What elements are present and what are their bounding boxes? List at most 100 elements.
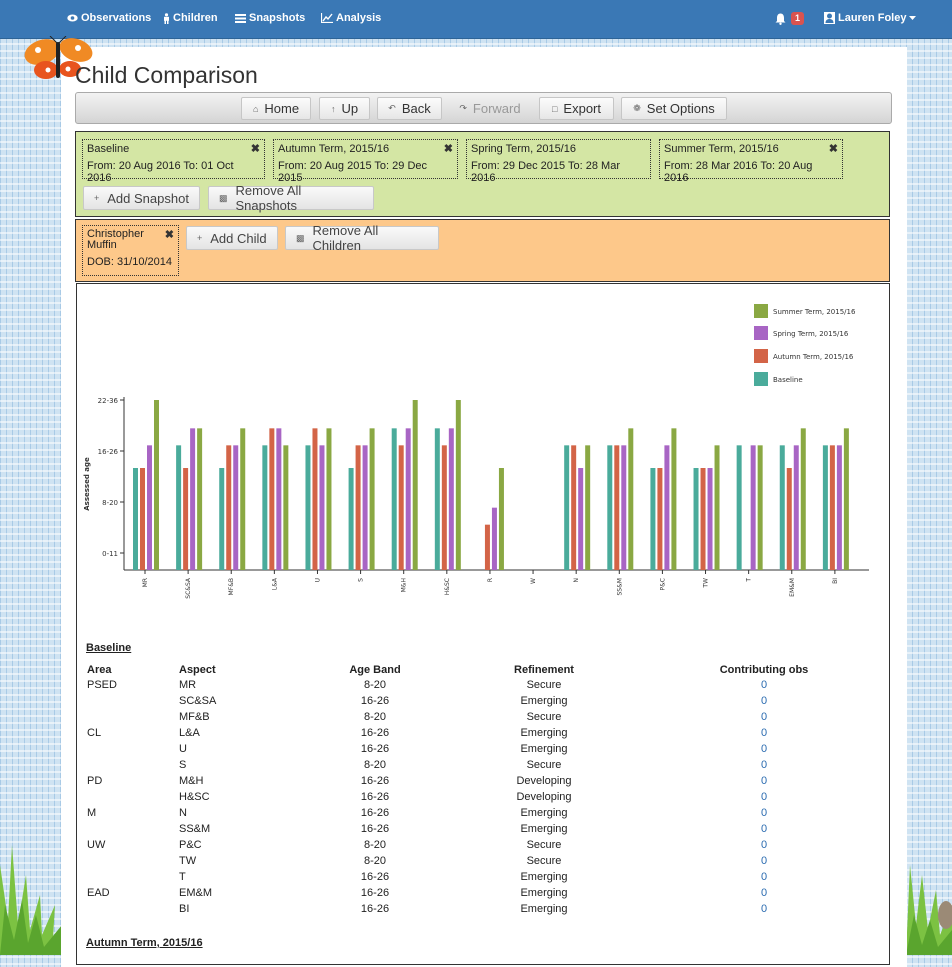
grass-decoration-right — [906, 865, 952, 955]
up-button[interactable]: ↑ Up — [319, 97, 370, 120]
home-button[interactable]: ⌂ Home — [241, 97, 311, 120]
cell-obs[interactable]: 0 — [744, 791, 784, 803]
chart-bar — [578, 468, 584, 570]
chart-bar — [226, 445, 232, 570]
chart-bar — [657, 468, 663, 570]
list-icon — [235, 13, 246, 23]
header-area: Area — [87, 664, 112, 676]
back-button[interactable]: ↶ Back — [377, 97, 442, 120]
cell-obs[interactable]: 0 — [744, 679, 784, 691]
user-name: Lauren Foley — [838, 12, 907, 24]
cell-obs[interactable]: 0 — [744, 855, 784, 867]
export-button[interactable]: □ Export — [539, 97, 614, 120]
set-options-button[interactable]: ❁ Set Options — [621, 97, 727, 120]
cell-aspect: U — [179, 743, 187, 755]
add-child-button[interactable]: + Add Child — [186, 226, 278, 250]
chart-bar — [607, 445, 613, 570]
cell-aspect: T — [179, 871, 186, 883]
close-icon[interactable]: ✖ — [829, 142, 838, 155]
chart-bar — [628, 428, 634, 570]
add-snapshot-button[interactable]: + Add Snapshot — [83, 186, 200, 210]
nav-analysis[interactable]: Analysis — [321, 12, 381, 24]
cell-age-band: 16-26 — [360, 775, 390, 787]
x-tick-label: EM&M — [789, 578, 796, 597]
x-tick-label: P&C — [659, 578, 666, 591]
notification-badge: 1 — [791, 12, 805, 25]
close-icon[interactable]: ✖ — [251, 142, 260, 155]
cell-age-band: 16-26 — [360, 871, 390, 883]
notifications-button[interactable]: 1 — [775, 12, 805, 25]
chart-bar — [793, 445, 799, 570]
cell-obs[interactable]: 0 — [744, 775, 784, 787]
chart-bar — [736, 445, 742, 570]
add-child-label: Add Child — [210, 230, 267, 246]
eye-icon — [67, 14, 78, 22]
close-icon[interactable]: ✖ — [165, 228, 174, 241]
chart-bar — [498, 468, 504, 570]
chart-bar — [671, 428, 677, 570]
toolbar: ⌂ Home ↑ Up ↶ Back ↷ Forward □ Export ❁ … — [75, 92, 892, 124]
cell-age-band: 8-20 — [363, 855, 387, 867]
cell-obs[interactable]: 0 — [744, 695, 784, 707]
cell-area: EAD — [87, 887, 110, 899]
snapshot-name: Spring Term, 2015/16 — [471, 143, 576, 155]
legend-swatch — [754, 326, 768, 340]
snapshot-tag: Autumn Term, 2015/16 From: 20 Aug 2015 T… — [273, 139, 458, 184]
y-tick-label: 0-11 — [102, 550, 118, 558]
chart-bar — [405, 428, 411, 570]
snapshot-range: From: 29 Dec 2015 To: 28 Mar 2016 — [471, 160, 620, 184]
chart-bar — [650, 468, 656, 570]
cell-obs[interactable]: 0 — [744, 823, 784, 835]
forward-button[interactable]: ↷ Forward — [449, 97, 531, 120]
chart-bar — [183, 468, 189, 570]
remove-all-snapshots-button[interactable]: ▩ Remove All Snapshots — [208, 183, 374, 213]
cell-aspect: L&A — [179, 727, 200, 739]
cell-age-band: 8-20 — [363, 759, 387, 771]
x-tick-label: U — [314, 578, 321, 582]
chart-bar — [276, 428, 282, 570]
up-arrow-icon: ↑ — [330, 103, 336, 114]
nav-snapshots[interactable]: Snapshots — [235, 12, 305, 24]
header-aspect: Aspect — [179, 664, 216, 676]
nav-children-label: Children — [173, 12, 218, 24]
cell-obs[interactable]: 0 — [744, 743, 784, 755]
y-axis-label: Assessed age — [83, 457, 91, 511]
nav-observations[interactable]: Observations — [67, 12, 151, 24]
cell-obs[interactable]: 0 — [744, 711, 784, 723]
y-tick-label: 16-26 — [98, 448, 119, 456]
cell-age-band: 16-26 — [360, 823, 390, 835]
home-button-label: Home — [264, 101, 300, 116]
child-icon — [164, 12, 169, 24]
cell-aspect: H&SC — [179, 791, 210, 803]
y-tick-label: 8-20 — [102, 499, 118, 507]
chart-bar — [190, 428, 196, 570]
chart-bar — [362, 445, 368, 570]
cell-age-band: 8-20 — [363, 679, 387, 691]
chart-bar — [822, 445, 828, 570]
cell-obs[interactable]: 0 — [744, 759, 784, 771]
x-tick-label: R — [487, 578, 494, 582]
snapshot-range: From: 20 Aug 2016 To: 01 Oct 2016 — [87, 160, 234, 184]
cell-refinement: Emerging — [520, 807, 568, 819]
cell-obs[interactable]: 0 — [744, 887, 784, 899]
cell-obs[interactable]: 0 — [744, 871, 784, 883]
cell-refinement: Secure — [526, 679, 562, 691]
user-menu[interactable]: Lauren Foley — [824, 12, 917, 24]
caret-down-icon — [909, 16, 917, 20]
nav-children[interactable]: Children — [163, 12, 218, 24]
cell-refinement: Emerging — [520, 871, 568, 883]
cell-obs[interactable]: 0 — [744, 807, 784, 819]
x-tick-label: MR — [142, 578, 149, 587]
snapshot-range: From: 28 Mar 2016 To: 20 Aug 2016 — [664, 160, 813, 184]
trash-icon: ▩ — [296, 232, 305, 243]
cell-aspect: MF&B — [179, 711, 210, 723]
chart-bar — [843, 428, 849, 570]
cell-obs[interactable]: 0 — [744, 727, 784, 739]
bell-icon — [775, 13, 786, 25]
legend-swatch — [754, 372, 768, 386]
cell-obs[interactable]: 0 — [744, 839, 784, 851]
cell-obs[interactable]: 0 — [744, 903, 784, 915]
chart-bar — [786, 468, 792, 570]
close-icon[interactable]: ✖ — [444, 142, 453, 155]
remove-all-children-button[interactable]: ▩ Remove All Children — [285, 223, 439, 253]
